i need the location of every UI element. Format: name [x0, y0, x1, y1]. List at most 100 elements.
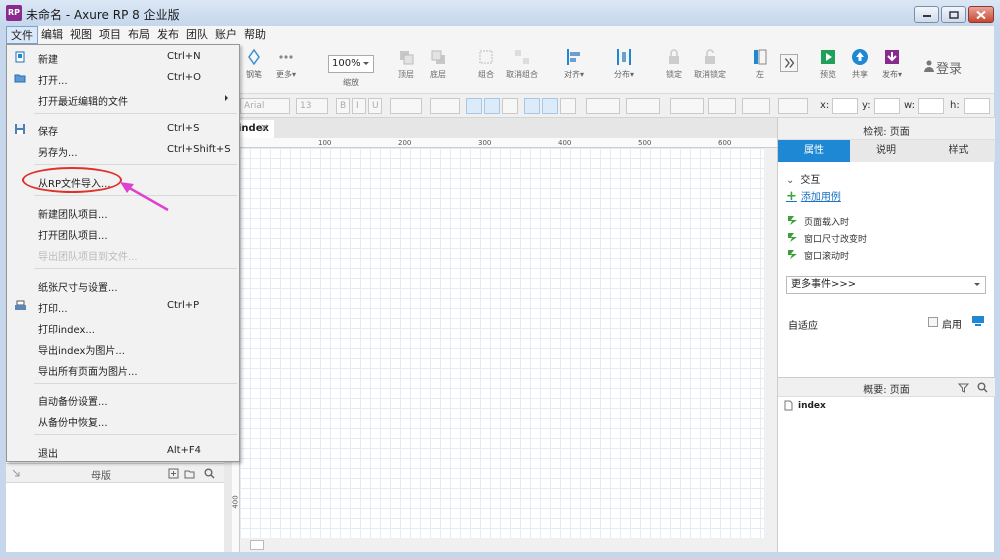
filter-icon[interactable] [958, 383, 969, 393]
menu-item-recent[interactable]: 打开最近编辑的文件 [7, 89, 239, 109]
menu-item-print-index[interactable]: 打印index... [7, 317, 239, 337]
menu-item-save-as[interactable]: 另存为... Ctrl+Shift+S [7, 140, 239, 160]
tab-close-icon[interactable]: ✕ [260, 120, 268, 138]
search-icon[interactable] [977, 382, 988, 393]
menu-item-export-index-image[interactable]: 导出index为图片... [7, 338, 239, 358]
inspector-title: 检视: 页面 [863, 127, 910, 138]
menu-file[interactable]: 文件 [6, 26, 38, 44]
menu-item-new[interactable]: 新建 Ctrl+N [7, 47, 239, 67]
adaptive-views-icon[interactable] [971, 315, 985, 327]
shadow-select[interactable] [626, 98, 660, 114]
send-back-label: 底层 [430, 70, 446, 79]
menu-item-save[interactable]: 保存 Ctrl+S [7, 119, 239, 139]
font-family-select[interactable]: Arial [240, 98, 290, 114]
menu-edit[interactable]: 编辑 [37, 26, 67, 44]
line-color-select[interactable] [670, 98, 704, 114]
menu-layout[interactable]: 布局 [124, 26, 154, 44]
pen-tool-label: 钢笔 [246, 70, 262, 79]
left-panel-button[interactable]: 左 [740, 48, 780, 80]
distribute-button[interactable]: 分布▾ [604, 48, 644, 80]
valign-top-button[interactable] [524, 98, 540, 114]
menu-team[interactable]: 团队 [182, 26, 212, 44]
font-color-select[interactable] [390, 98, 422, 114]
menu-view[interactable]: 视图 [66, 26, 96, 44]
menu-item-export-all-images[interactable]: 导出所有页面为图片... [7, 359, 239, 379]
group-button[interactable]: 组合 [466, 48, 506, 80]
menu-item-backup-settings[interactable]: 自动备份设置... [7, 389, 239, 409]
send-back-button[interactable]: 底层 [418, 48, 458, 80]
lock-button[interactable]: 锁定 [654, 48, 694, 80]
tab-properties[interactable]: 属性 [778, 140, 850, 162]
search-icon[interactable] [204, 468, 215, 479]
y-input[interactable] [874, 98, 900, 114]
valign-bottom-button[interactable] [560, 98, 576, 114]
menu-item-label: 纸张尺寸与设置... [38, 283, 118, 294]
horizontal-scrollbar[interactable] [240, 538, 764, 552]
login-button[interactable]: 登录 [936, 58, 962, 77]
add-folder-icon[interactable] [184, 468, 195, 479]
menu-item-print[interactable]: 打印... Ctrl+P [7, 296, 239, 316]
event-label: 窗口滚动时 [804, 252, 850, 262]
italic-button[interactable]: I [352, 98, 366, 114]
design-canvas[interactable] [240, 148, 764, 538]
send-back-icon [431, 50, 445, 64]
unlock-button[interactable]: 取消锁定 [690, 48, 730, 80]
font-size-select[interactable]: 13 [296, 98, 328, 114]
menu-item-exit[interactable]: 退出 Alt+F4 [7, 441, 239, 461]
fill-color-select[interactable] [586, 98, 620, 114]
menu-item-page-setup[interactable]: 纸张尺寸与设置... [7, 275, 239, 295]
plus-icon: + [786, 189, 797, 204]
arrow-style-select[interactable] [778, 98, 808, 114]
ruler-tick: 100 [318, 139, 332, 147]
menu-publish[interactable]: 发布 [153, 26, 183, 44]
minimize-button[interactable] [914, 6, 939, 23]
ruler-tick: 200 [398, 139, 412, 147]
align-button[interactable]: 对齐▾ [554, 48, 594, 80]
align-center-button[interactable] [484, 98, 500, 114]
outline-page-index[interactable]: index [798, 401, 826, 411]
new-file-icon [15, 51, 25, 63]
x-input[interactable] [832, 98, 858, 114]
h-input[interactable] [964, 98, 990, 114]
more-tools-button[interactable]: 更多▾ [266, 48, 306, 80]
underline-button[interactable]: U [368, 98, 382, 114]
close-button[interactable] [968, 6, 994, 23]
share-icon [852, 49, 868, 65]
interaction-section[interactable]: ⌄ 交互 [786, 171, 820, 186]
ungroup-button[interactable]: 取消组合 [502, 48, 542, 80]
maximize-button[interactable] [941, 6, 966, 23]
add-master-icon[interactable] [168, 468, 179, 479]
publish-button[interactable]: 发布▾ [872, 48, 912, 80]
tab-style[interactable]: 样式 [922, 140, 995, 162]
vertical-scrollbar[interactable] [764, 148, 777, 552]
add-case-link[interactable]: + 添加用例 [786, 188, 841, 204]
valign-middle-button[interactable] [542, 98, 558, 114]
line-style-select[interactable] [742, 98, 770, 114]
menu-item-open[interactable]: 打开... Ctrl+O [7, 68, 239, 88]
ruler-tick: 600 [718, 139, 732, 147]
menu-help[interactable]: 帮助 [240, 26, 270, 44]
tab-notes[interactable]: 说明 [850, 140, 922, 162]
enable-adaptive-checkbox[interactable] [928, 317, 938, 327]
zoom-select[interactable]: 100% [328, 55, 374, 73]
menu-item-shortcut: Ctrl+S [167, 123, 200, 134]
collapse-icon[interactable] [12, 469, 20, 477]
scroll-thumb[interactable] [250, 540, 264, 550]
event-window-scroll[interactable]: 窗口滚动时 [788, 249, 850, 262]
masters-title: 母版 [91, 471, 111, 482]
event-page-load[interactable]: 页面载入时 [788, 215, 849, 228]
w-input[interactable] [918, 98, 944, 114]
align-right-button[interactable] [502, 98, 518, 114]
align-left-button[interactable] [466, 98, 482, 114]
bullet-select[interactable] [430, 98, 460, 114]
more-events-select[interactable]: 更多事件>>> [786, 276, 986, 294]
expand-toolbar-button[interactable] [778, 48, 800, 75]
bold-button[interactable]: B [336, 98, 350, 114]
menu-item-label: 另存为... [38, 148, 78, 159]
menu-project[interactable]: 项目 [95, 26, 125, 44]
event-window-resize[interactable]: 窗口尺寸改变时 [788, 232, 867, 245]
line-width-select[interactable] [708, 98, 736, 114]
menu-account[interactable]: 账户 [211, 26, 241, 44]
menu-item-open-team-project[interactable]: 打开团队项目... [7, 223, 239, 243]
menu-item-restore-backup[interactable]: 从备份中恢复... [7, 410, 239, 430]
